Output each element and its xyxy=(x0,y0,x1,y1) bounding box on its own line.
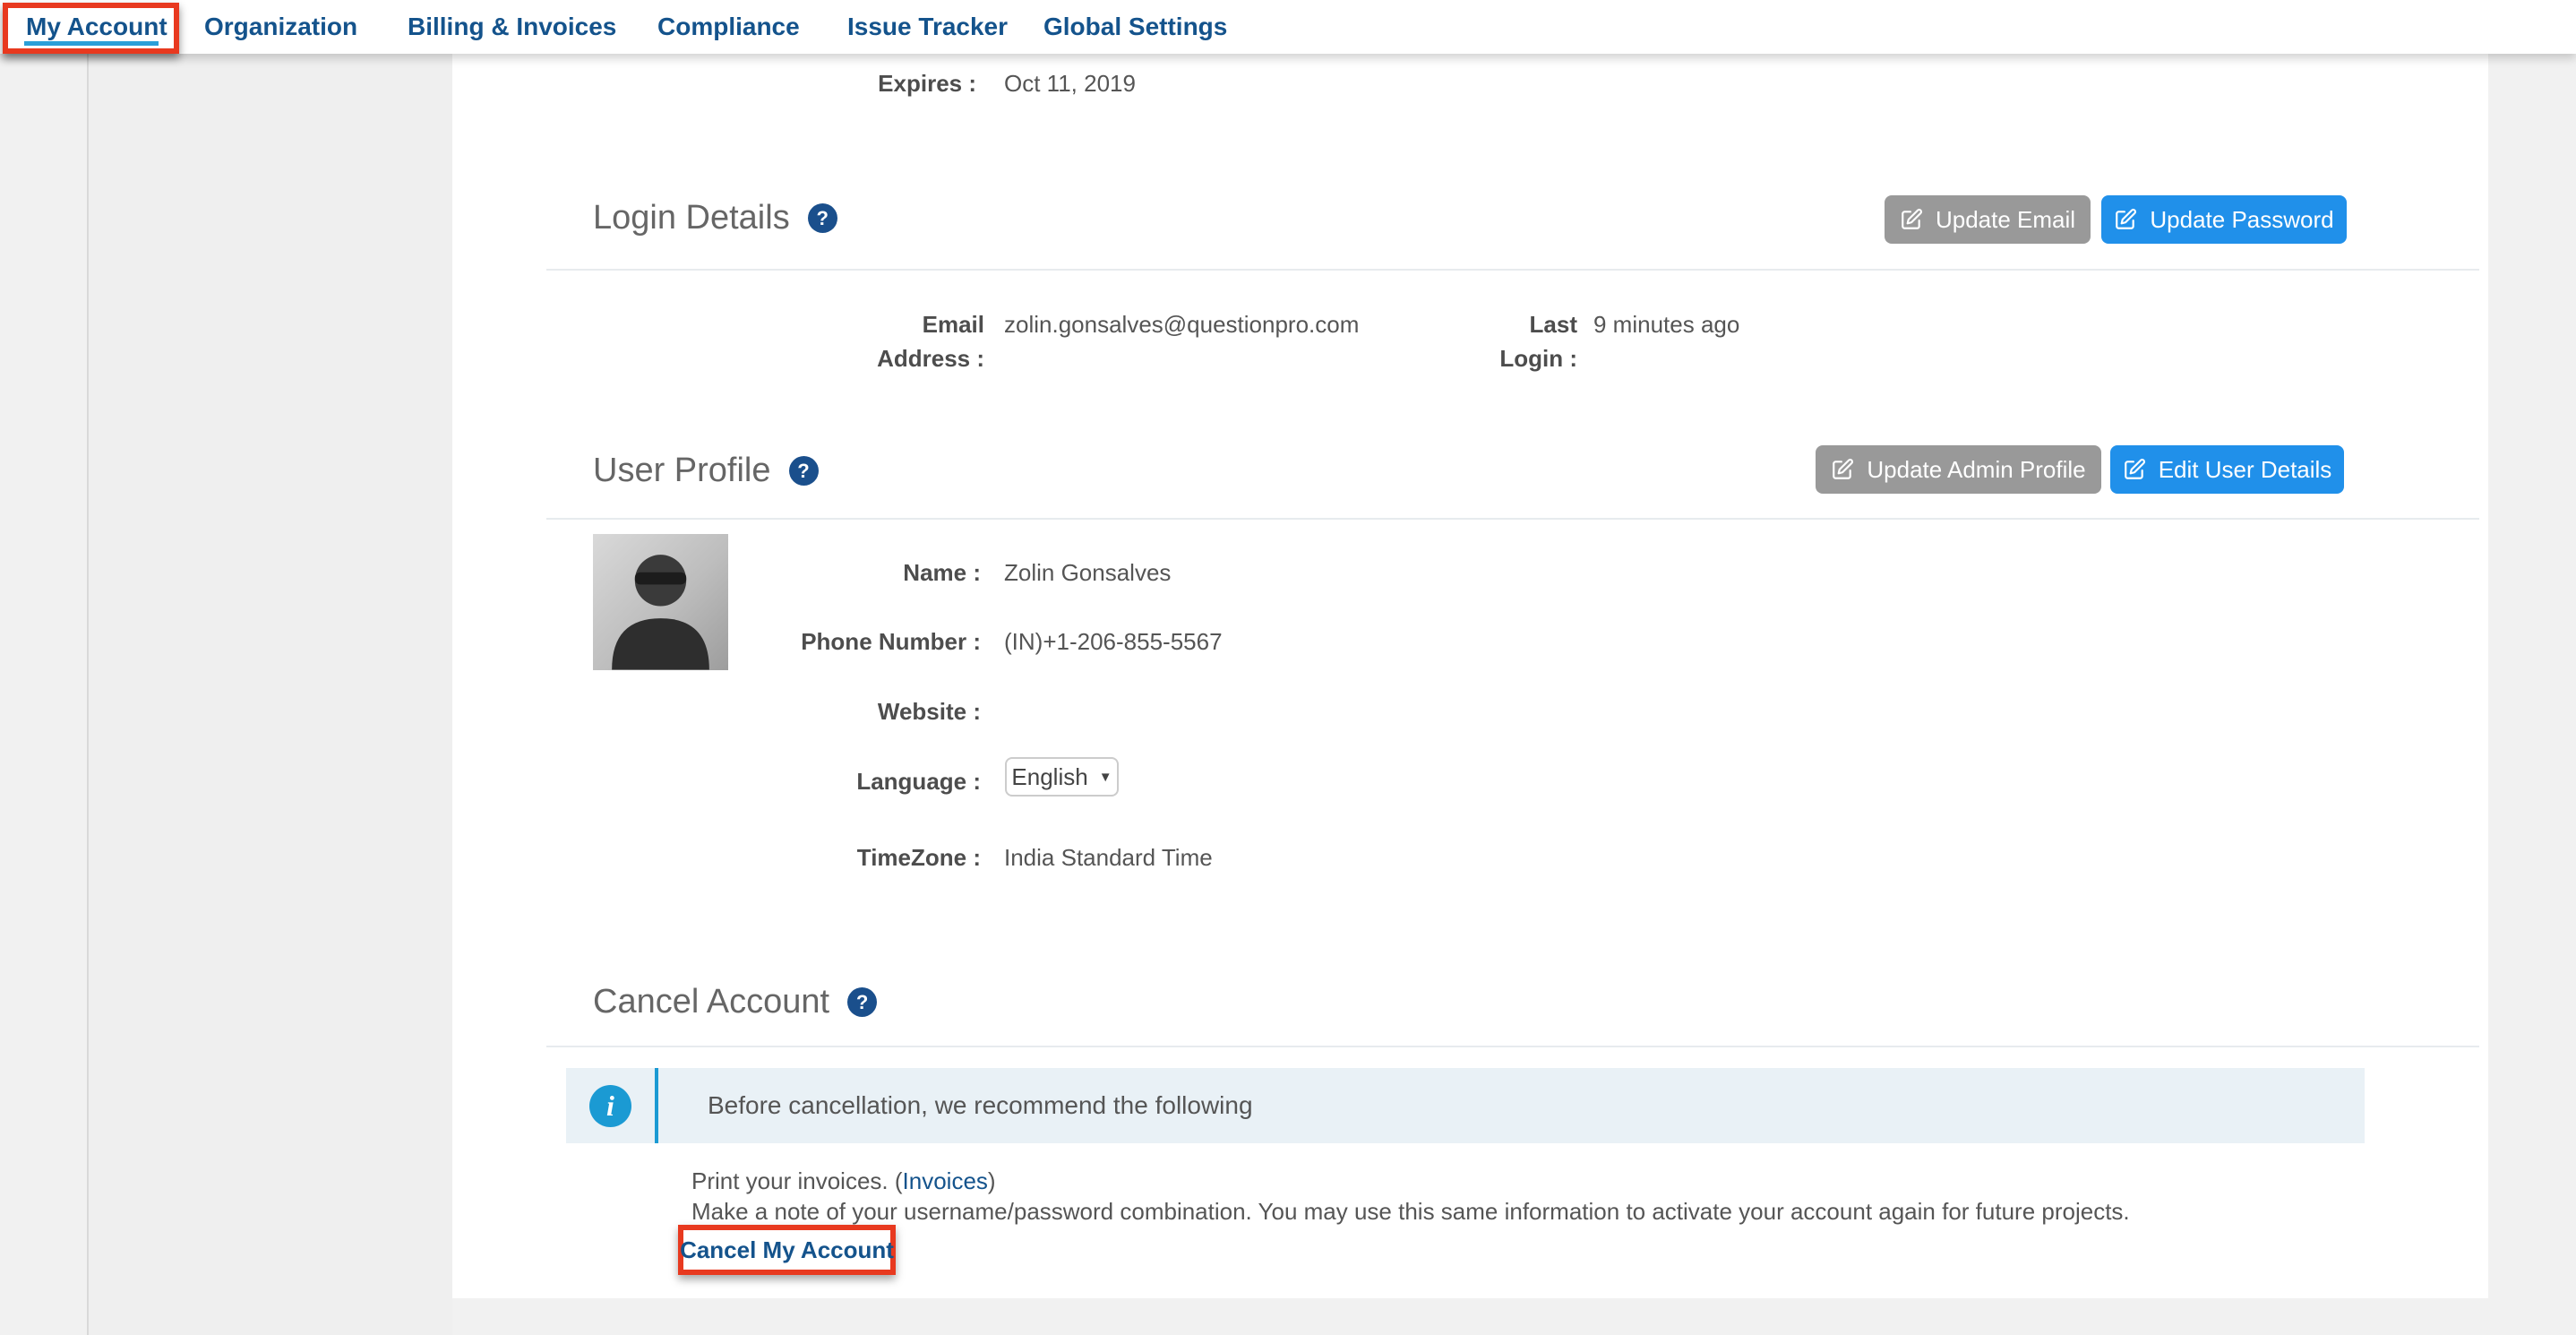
cancel-account-title: Cancel Account xyxy=(593,983,829,1021)
active-tab-underline xyxy=(24,41,159,46)
language-label: Language : xyxy=(757,764,981,798)
language-select[interactable]: English ▼ xyxy=(1005,757,1119,797)
email-address-label: Email Address : xyxy=(832,307,984,375)
person-silhouette-icon xyxy=(593,534,728,670)
info-box-accent-line xyxy=(655,1068,658,1143)
tab-compliance[interactable]: Compliance xyxy=(657,0,800,54)
last-login-label: Last Login : xyxy=(1470,307,1577,375)
info-box-title: Before cancellation, we recommend the fo… xyxy=(708,1068,1253,1143)
cancel-my-account-link[interactable]: Cancel My Account xyxy=(680,1236,894,1264)
page-background-left xyxy=(0,54,87,1335)
expires-value: Oct 11, 2019 xyxy=(1004,66,1136,100)
timezone-label: TimeZone : xyxy=(757,840,981,874)
update-email-button[interactable]: Update Email xyxy=(1885,195,2091,244)
language-selected-value: English xyxy=(1011,763,1087,791)
phone-number-label: Phone Number : xyxy=(757,624,981,659)
name-label: Name : xyxy=(757,556,981,590)
username-password-note: Make a note of your username/password co… xyxy=(691,1198,2130,1226)
edit-user-details-button[interactable]: Edit User Details xyxy=(2110,445,2344,494)
help-icon[interactable]: ? xyxy=(789,456,819,486)
login-details-heading: Login Details ? xyxy=(593,199,837,237)
cancel-account-heading: Cancel Account ? xyxy=(593,983,877,1021)
print-invoices-line: Print your invoices. (Invoices) xyxy=(691,1167,996,1195)
top-navigation: My Account Organization Billing & Invoic… xyxy=(0,0,2576,54)
tab-organization[interactable]: Organization xyxy=(204,0,357,54)
user-profile-heading: User Profile ? xyxy=(593,452,819,490)
edit-icon xyxy=(2114,208,2137,231)
my-account-panel: Expires : Oct 11, 2019 Login Details ? U… xyxy=(452,54,2488,1298)
update-admin-profile-button[interactable]: Update Admin Profile xyxy=(1816,445,2101,494)
website-label: Website : xyxy=(757,694,981,728)
tab-billing-invoices[interactable]: Billing & Invoices xyxy=(408,0,616,54)
expires-label: Expires : xyxy=(708,66,976,100)
tab-global-settings[interactable]: Global Settings xyxy=(1043,0,1227,54)
help-icon[interactable]: ? xyxy=(808,203,837,233)
edit-user-details-label: Edit User Details xyxy=(2159,456,2332,484)
tab-my-account[interactable]: My Account xyxy=(26,0,167,54)
section-divider xyxy=(546,1046,2479,1047)
edit-icon xyxy=(1900,208,1923,231)
edit-icon xyxy=(1831,458,1854,481)
section-divider xyxy=(546,269,2479,271)
print-invoices-text-suffix: ) xyxy=(988,1167,996,1194)
section-divider xyxy=(546,518,2479,520)
name-value: Zolin Gonsalves xyxy=(1004,556,1171,590)
print-invoices-text: Print your invoices. ( xyxy=(691,1167,903,1194)
profile-photo xyxy=(593,534,728,670)
chevron-down-icon: ▼ xyxy=(1099,770,1112,785)
update-password-label: Update Password xyxy=(2150,206,2333,234)
info-icon: i xyxy=(589,1085,631,1127)
annotation-box-cancel-my-account: Cancel My Account xyxy=(678,1225,896,1275)
update-admin-profile-label: Update Admin Profile xyxy=(1867,456,2085,484)
user-profile-title: User Profile xyxy=(593,452,771,490)
email-address-value: zolin.gonsalves@questionpro.com xyxy=(1004,307,1359,341)
update-password-button[interactable]: Update Password xyxy=(2101,195,2347,244)
edit-icon xyxy=(2123,458,2146,481)
last-login-value: 9 minutes ago xyxy=(1593,307,1739,341)
tab-issue-tracker[interactable]: Issue Tracker xyxy=(847,0,1008,54)
timezone-value: India Standard Time xyxy=(1004,840,1213,874)
login-details-title: Login Details xyxy=(593,199,790,237)
settings-sidebar xyxy=(89,54,452,1335)
phone-number-value: (IN)+1-206-855-5567 xyxy=(1004,624,1223,659)
update-email-label: Update Email xyxy=(1936,206,2075,234)
invoices-link[interactable]: Invoices xyxy=(903,1167,988,1194)
cancellation-info-box: i Before cancellation, we recommend the … xyxy=(566,1068,2365,1143)
help-icon[interactable]: ? xyxy=(847,987,877,1017)
